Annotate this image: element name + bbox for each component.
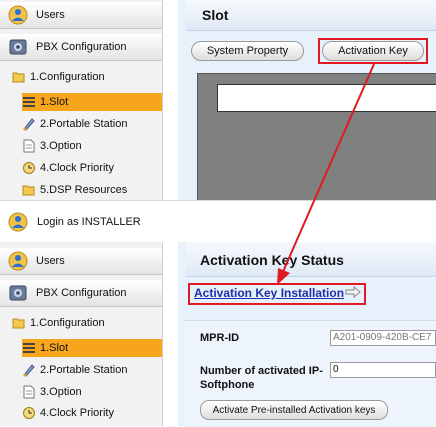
sidebar-item-pbx-configuration[interactable]: PBX Configuration <box>0 34 162 61</box>
tree-item-label: 4.Clock Priority <box>40 162 114 174</box>
tree-item-label: 1.Configuration <box>30 317 105 329</box>
mpr-id-label: MPR-ID <box>200 332 240 344</box>
tree-item-option[interactable]: 3.Option <box>22 137 82 155</box>
folder-open-icon <box>12 70 26 84</box>
activation-link-highlight <box>188 283 366 305</box>
tree-item-label: 2.Portable Station <box>40 364 128 376</box>
folder-open-icon <box>12 316 26 330</box>
slot-icon <box>22 95 36 109</box>
ip-softphone-label-line2: Softphone <box>200 379 255 391</box>
tree-item-option[interactable]: 3.Option <box>22 383 82 401</box>
tree-item-label: 1.Slot <box>40 96 69 108</box>
slot-panel <box>197 73 436 202</box>
pbx-icon <box>8 37 28 57</box>
page-title: Slot <box>202 7 229 23</box>
bottom-sidebar: Users PBX Configuration 1.Configuration … <box>0 242 163 426</box>
activation-key-highlight <box>318 38 428 64</box>
option-icon <box>22 385 36 399</box>
option-icon <box>22 139 36 153</box>
login-icon <box>8 212 28 235</box>
clock-priority-icon <box>22 406 36 420</box>
users-icon <box>8 5 28 25</box>
tree-item-label: 3.Option <box>40 386 82 398</box>
tree-item-clock-priority[interactable]: 4.Clock Priority <box>22 159 114 177</box>
ip-softphone-label-line1: Number of activated IP- <box>200 365 323 377</box>
tree-item-configuration[interactable]: 1.Configuration <box>12 314 105 332</box>
tree-item-label: 5.DSP Resources <box>40 184 128 196</box>
tree-item-configuration[interactable]: 1.Configuration <box>12 68 105 86</box>
system-property-button[interactable]: System Property <box>191 41 304 61</box>
tree-item-label: 1.Configuration <box>30 71 105 83</box>
sidebar-item-label: Users <box>36 255 65 267</box>
page-title: Activation Key Status <box>200 252 344 268</box>
tree-item-label: 2.Portable Station <box>40 118 128 130</box>
users-icon <box>8 251 28 271</box>
sidebar-item-label: PBX Configuration <box>36 287 127 299</box>
sidebar-item-label: PBX Configuration <box>36 41 127 53</box>
clock-priority-icon <box>22 161 36 175</box>
portable-station-icon <box>22 363 36 377</box>
tree-item-portable-station[interactable]: 2.Portable Station <box>22 361 127 379</box>
tree-item-slot[interactable]: 1.Slot <box>22 339 162 357</box>
mpr-id-field[interactable]: A201-0909-420B-CE7 <box>330 330 436 346</box>
ip-softphone-field[interactable]: 0 <box>330 362 436 378</box>
top-sidebar: Users PBX Configuration 1.Configuration … <box>0 0 163 200</box>
slot-icon <box>22 341 36 355</box>
login-bar: Login as INSTALLER <box>0 200 436 243</box>
sidebar-item-users[interactable]: Users <box>0 248 162 275</box>
tree-item-portable-station[interactable]: 2.Portable Station <box>22 115 127 133</box>
tree-item-clock-priority[interactable]: 4.Clock Priority <box>22 404 114 422</box>
bottom-screenshot: Users PBX Configuration 1.Configuration … <box>0 242 436 427</box>
tree-item-label: 1.Slot <box>40 342 69 354</box>
ip-softphone-label: Number of activated IP- Softphone <box>200 364 323 392</box>
sidebar-item-label: Users <box>36 9 65 21</box>
activate-preinstalled-keys-button[interactable]: Activate Pre-installed Activation keys <box>200 400 388 420</box>
pbx-icon <box>8 283 28 303</box>
folder-icon <box>22 183 36 197</box>
tree-item-label: 4.Clock Priority <box>40 407 114 419</box>
tree-item-slot[interactable]: 1.Slot <box>22 93 162 111</box>
sidebar-item-users[interactable]: Users <box>0 2 162 29</box>
login-text: Login as INSTALLER <box>37 216 141 228</box>
tree-item-dsp-resources[interactable]: 5.DSP Resources <box>22 181 127 199</box>
tree-item-label: 3.Option <box>40 140 82 152</box>
sidebar-item-pbx-configuration[interactable]: PBX Configuration <box>0 280 162 307</box>
slot-panel-field <box>217 84 436 112</box>
portable-station-icon <box>22 117 36 131</box>
top-screenshot: Users PBX Configuration 1.Configuration … <box>0 0 436 202</box>
